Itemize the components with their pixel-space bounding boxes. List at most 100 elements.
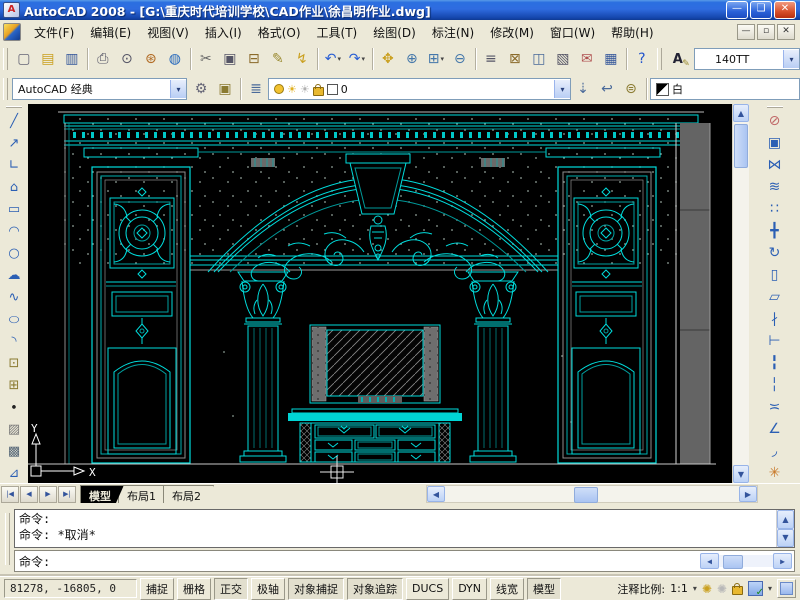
vscroll-track[interactable] xyxy=(733,122,749,465)
chevron-down-icon[interactable]: ▾ xyxy=(783,50,799,68)
last-tab-button[interactable]: ▶| xyxy=(58,486,76,503)
toggle-snap[interactable]: 捕捉 xyxy=(140,578,174,600)
arc-button[interactable]: ◠ xyxy=(2,220,26,242)
line-button[interactable]: ╱ xyxy=(2,110,26,132)
construction-line-button[interactable]: ↗ xyxy=(2,132,26,154)
rotate-button[interactable]: ↻ xyxy=(763,242,787,264)
menu-edit[interactable]: 编辑(E) xyxy=(82,21,139,44)
child-minimize-button[interactable]: — xyxy=(737,24,755,40)
canvas-vscrollbar[interactable]: ▲ ▼ xyxy=(732,104,749,483)
match-properties-button[interactable]: ✎ xyxy=(266,47,290,71)
layer-combo[interactable]: ☀ ☀ 0 ▾ xyxy=(268,78,571,100)
vscroll-thumb[interactable] xyxy=(734,124,748,168)
maximize-button[interactable]: ❑ xyxy=(750,1,772,19)
my-workspace-button[interactable]: ▣ xyxy=(213,77,237,101)
mirror-button[interactable]: ⋈ xyxy=(763,154,787,176)
flyout-arrow-icon[interactable]: ▾ xyxy=(337,55,341,63)
help-button[interactable]: ? xyxy=(630,47,654,71)
polyline-button[interactable]: ∟ xyxy=(2,154,26,176)
pan-button[interactable]: ✥ xyxy=(376,47,400,71)
copy-clip-button[interactable]: ▣ xyxy=(218,47,242,71)
erase-button[interactable]: ⊘ xyxy=(763,110,787,132)
open-button[interactable]: ▤ xyxy=(36,47,60,71)
toolbar-grip[interactable] xyxy=(6,106,22,108)
scroll-down-button[interactable]: ▼ xyxy=(733,465,749,483)
plot-button[interactable]: ⎙ xyxy=(91,47,115,71)
undo-button[interactable]: ↶▾ xyxy=(321,47,345,71)
block-editor-button[interactable]: ↯ xyxy=(290,47,314,71)
properties-button[interactable]: ≡ xyxy=(479,47,503,71)
close-button[interactable]: ✕ xyxy=(774,1,796,19)
toggle-grid[interactable]: 栅格 xyxy=(177,578,211,600)
menu-insert[interactable]: 插入(I) xyxy=(197,21,250,44)
hscroll-track[interactable] xyxy=(445,487,739,501)
gradient-button[interactable]: ▩ xyxy=(2,440,26,462)
annotation-scale-value[interactable]: 1:1 xyxy=(670,582,688,595)
menu-file[interactable]: 文件(F) xyxy=(26,21,82,44)
menu-draw[interactable]: 绘图(D) xyxy=(365,21,424,44)
toolbar-grip[interactable] xyxy=(657,48,662,70)
menu-help[interactable]: 帮助(H) xyxy=(603,21,661,44)
toggle-ducs[interactable]: DUCS xyxy=(406,578,449,600)
hscroll-track[interactable] xyxy=(719,555,773,567)
offset-button[interactable]: ≋ xyxy=(763,176,787,198)
chamfer-button[interactable]: ∠ xyxy=(763,418,787,440)
toggle-osnap[interactable]: 对象捕捉 xyxy=(288,578,344,600)
scroll-left-button[interactable]: ◀ xyxy=(427,486,445,502)
color-combo[interactable]: 白 xyxy=(650,78,800,100)
drawing-canvas[interactable]: Y X xyxy=(28,104,732,483)
zoom-realtime-button[interactable]: ⊕ xyxy=(400,47,424,71)
insert-block-button[interactable]: ⊡ xyxy=(2,352,26,374)
region-button[interactable]: ⊿ xyxy=(2,462,26,484)
ellipse-arc-button[interactable]: ◝ xyxy=(2,330,26,352)
command-vscrollbar[interactable]: ▲ ▼ xyxy=(776,510,794,547)
join-button[interactable]: ≍ xyxy=(763,396,787,418)
child-close-button[interactable]: ✕ xyxy=(777,24,795,40)
auto-annotation-icon[interactable]: ✺ xyxy=(717,582,727,596)
scroll-right-button[interactable]: ▶ xyxy=(773,553,792,569)
spline-button[interactable]: ∿ xyxy=(2,286,26,308)
sheet-set-manager-button[interactable]: ▧ xyxy=(551,47,575,71)
hatch-button[interactable]: ▨ xyxy=(2,418,26,440)
menu-dimension[interactable]: 标注(N) xyxy=(424,21,482,44)
toggle-model-space[interactable]: 模型 xyxy=(527,578,561,600)
chevron-down-icon[interactable]: ▾ xyxy=(768,584,772,593)
toolbar-grip[interactable] xyxy=(3,48,8,70)
workspace-combo[interactable]: AutoCAD 经典 ▾ xyxy=(12,78,187,100)
ellipse-button[interactable]: ○ xyxy=(2,308,26,330)
tab-layout2[interactable]: 布局2 xyxy=(163,485,214,503)
stretch-button[interactable]: ▱ xyxy=(763,286,787,308)
layer-unlock-icon[interactable] xyxy=(313,87,324,96)
hscroll-thumb[interactable] xyxy=(574,487,598,503)
layer-properties-manager-button[interactable]: ≣ xyxy=(244,77,268,101)
revision-cloud-button[interactable]: ☁ xyxy=(2,264,26,286)
make-object-layer-current-button[interactable]: ⇣ xyxy=(571,77,595,101)
layer-viewport-freeze-icon[interactable]: ☀ xyxy=(300,83,310,96)
paste-button[interactable]: ⊟ xyxy=(242,47,266,71)
copy-button[interactable]: ▣ xyxy=(763,132,787,154)
explode-button[interactable]: ✳ xyxy=(763,462,787,484)
coordinate-display[interactable]: 81278, -16805, 0 xyxy=(4,579,137,598)
toggle-lineweight[interactable]: 线宽 xyxy=(490,578,524,600)
chevron-down-icon[interactable]: ▾ xyxy=(693,584,697,593)
chevron-down-icon[interactable]: ▾ xyxy=(554,80,570,98)
circle-button[interactable]: ○ xyxy=(2,242,26,264)
quickcalc-button[interactable]: ▦ xyxy=(599,47,623,71)
toggle-ortho[interactable]: 正交 xyxy=(214,578,248,600)
hscroll-thumb[interactable] xyxy=(723,555,743,569)
toolbar-lock-icon[interactable] xyxy=(732,586,743,595)
layer-thaw-sun-icon[interactable]: ☀ xyxy=(287,83,297,96)
cut-button[interactable]: ✂ xyxy=(194,47,218,71)
markup-set-manager-button[interactable]: ✉ xyxy=(575,47,599,71)
minimize-button[interactable]: — xyxy=(726,1,748,19)
clean-screen-button[interactable] xyxy=(777,579,796,598)
fillet-button[interactable]: ◞ xyxy=(763,440,787,462)
point-button[interactable]: ∙ xyxy=(2,396,26,418)
first-tab-button[interactable]: |◀ xyxy=(1,486,19,503)
scale-button[interactable]: ▯ xyxy=(763,264,787,286)
plot-preview-button[interactable]: ⊙ xyxy=(115,47,139,71)
make-block-button[interactable]: ⊞ xyxy=(2,374,26,396)
scroll-up-button[interactable]: ▲ xyxy=(733,104,749,122)
flyout-arrow-icon[interactable]: ▾ xyxy=(361,55,365,63)
extend-button[interactable]: ⊢ xyxy=(763,330,787,352)
